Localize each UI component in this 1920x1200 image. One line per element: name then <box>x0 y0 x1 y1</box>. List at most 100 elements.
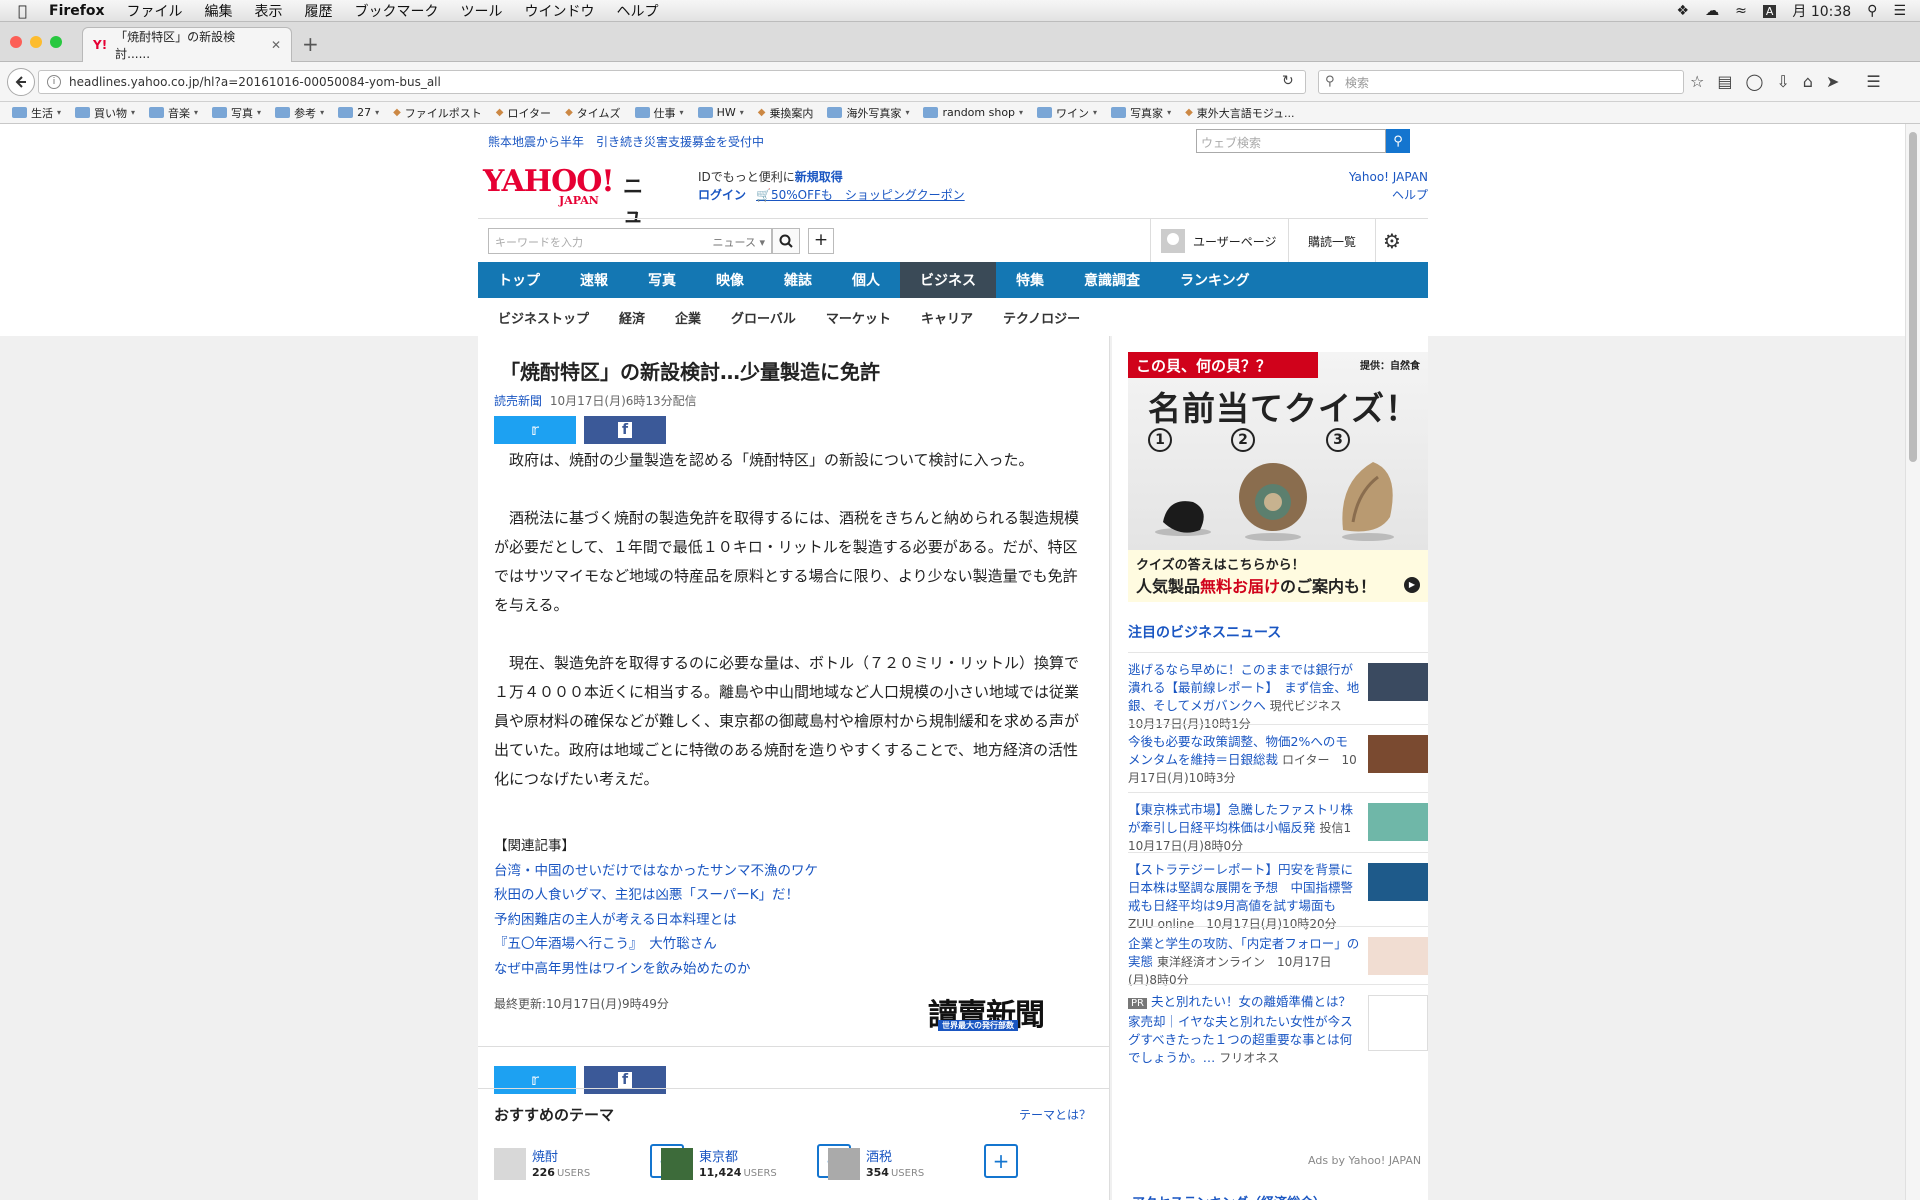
home-icon[interactable]: ⌂ <box>1803 72 1813 91</box>
menu-help[interactable]: ヘルプ <box>617 1 659 21</box>
reload-icon[interactable]: ↻ <box>1282 73 1294 89</box>
gear-icon[interactable]: ⚙ <box>1383 229 1401 253</box>
keyword-search-button[interactable] <box>772 228 800 254</box>
hamburger-menu-icon[interactable]: ☰ <box>1866 72 1880 91</box>
close-window-button[interactable] <box>10 36 22 48</box>
twitter-share-button-bottom[interactable]: 𝕣 <box>494 1066 576 1094</box>
yomiuri-logo[interactable]: 讀賣新聞 世界最大の発行部数 <box>928 990 1098 1033</box>
sidebar-news-item[interactable]: 【ストラテジーレポート】円安を背景に日本株は堅調な展開を予想 中国指標警戒も日経… <box>1128 852 1428 933</box>
sidebar-news-item[interactable]: PR 夫と別れたい！女の離婚準備とは？家売却｜イヤな夫と別れたい女性が今スグすべき… <box>1128 984 1428 1067</box>
theme-name[interactable]: 酒税 <box>866 1146 892 1165</box>
coupon-link[interactable]: 🛒50%OFFも ショッピングクーポン <box>756 188 965 202</box>
help-link[interactable]: ヘルプ <box>1392 188 1428 202</box>
dropbox-icon[interactable]: ❖ <box>1677 3 1690 19</box>
main-nav-item[interactable]: ビジネス <box>900 262 996 298</box>
sub-nav-item[interactable]: マーケット <box>826 308 891 327</box>
subscriptions-link[interactable]: 購読一覧 <box>1288 219 1376 263</box>
main-nav-item[interactable]: ランキング <box>1160 262 1270 298</box>
main-nav-item[interactable]: 意識調査 <box>1064 262 1160 298</box>
bookmark-star-icon[interactable]: ☆ <box>1690 72 1704 91</box>
back-button[interactable] <box>7 68 35 96</box>
new-tab-button[interactable]: + <box>302 32 319 56</box>
notification-center-icon[interactable]: ☰ <box>1893 3 1906 19</box>
browser-search-input[interactable]: ⚲ 検索 <box>1318 70 1684 94</box>
spotlight-icon[interactable]: ⚲ <box>1867 3 1877 19</box>
sub-nav-item[interactable]: 企業 <box>675 308 701 327</box>
menu-bookmarks[interactable]: ブックマーク <box>355 1 439 21</box>
follow-theme-button[interactable]: + <box>984 1144 1018 1178</box>
bookmark-item[interactable]: 写真 ▾ <box>212 105 261 121</box>
sub-nav-item[interactable]: 経済 <box>619 308 645 327</box>
main-nav-item[interactable]: トップ <box>478 262 560 298</box>
bookmark-item[interactable]: 参考 ▾ <box>275 105 324 121</box>
scrollbar-thumb[interactable] <box>1909 132 1917 462</box>
bookmark-item[interactable]: ◆ ファイルポスト <box>393 105 482 121</box>
bookmark-item[interactable]: 写真家 ▾ <box>1111 105 1171 121</box>
facebook-share-button[interactable]: f <box>584 416 666 444</box>
menu-file[interactable]: ファイル <box>127 1 183 21</box>
sidebar-news-item[interactable]: 【東京株式市場】急騰したファストリ株が牽引し日経平均株価は小幅反発 投信1 10… <box>1128 792 1428 855</box>
app-menu[interactable]: Firefox <box>49 3 105 19</box>
sidebar-news-item[interactable]: 今後も必要な政策調整、物価2%へのモメンタムを維持＝日銀総裁 ロイター 10月1… <box>1128 724 1428 787</box>
bookmark-item[interactable]: 音楽 ▾ <box>149 105 198 121</box>
related-link[interactable]: なぜ中高年男性はワインを飲み始めたのか <box>494 957 818 982</box>
related-link[interactable]: 秋田の人食いグマ、主犯は凶悪「スーパーK」だ！ <box>494 883 818 908</box>
main-nav-item[interactable]: 特集 <box>996 262 1064 298</box>
bookmark-item[interactable]: ◆ 乗換案内 <box>758 105 814 121</box>
send-icon[interactable]: ➤ <box>1826 72 1839 91</box>
cloud-icon[interactable]: ☁ <box>1705 3 1719 19</box>
themes-about-link[interactable]: テーマとは？ <box>1019 1106 1091 1123</box>
site-info-icon[interactable]: i <box>47 75 61 89</box>
sub-nav-item[interactable]: キャリア <box>921 308 973 327</box>
pocket-icon[interactable]: ◯ <box>1745 72 1763 91</box>
sub-nav-item[interactable]: テクノロジー <box>1003 308 1080 327</box>
menu-tools[interactable]: ツール <box>461 1 503 21</box>
main-nav-item[interactable]: 速報 <box>560 262 628 298</box>
bookmark-item[interactable]: 買い物 ▾ <box>75 105 135 121</box>
bookmark-item[interactable]: 海外写真家 ▾ <box>827 105 909 121</box>
input-source-icon[interactable]: A <box>1762 4 1777 18</box>
bookmark-item[interactable]: ◆ ロイター <box>496 105 551 121</box>
theme-name[interactable]: 焼酎 <box>532 1146 558 1165</box>
apple-icon[interactable]:  <box>18 2 27 20</box>
reading-list-icon[interactable]: ▤ <box>1717 72 1732 91</box>
web-search-button[interactable]: ⚲ <box>1386 129 1410 153</box>
menu-view[interactable]: 表示 <box>255 1 283 21</box>
ad-banner[interactable]: この貝、何の貝？？ 提供：自然食 名前当てクイズ！ 1 2 3 クイズの答えはこ… <box>1128 352 1428 602</box>
yahoo-japan-link[interactable]: Yahoo! JAPAN <box>1349 170 1428 184</box>
minimize-window-button[interactable] <box>30 36 42 48</box>
related-link[interactable]: 台湾・中国のせいだけではなかったサンマ不漁のワケ <box>494 859 818 884</box>
wifi-icon[interactable]: ≈ <box>1735 3 1747 19</box>
bookmark-item[interactable]: ◆ タイムズ <box>565 105 620 121</box>
page-scrollbar[interactable] <box>1905 124 1920 1200</box>
sub-nav-item[interactable]: ビジネストップ <box>498 308 589 327</box>
user-page-link[interactable]: ユーザーページ <box>1150 219 1288 263</box>
bookmark-item[interactable]: 27 ▾ <box>338 106 379 119</box>
menu-window[interactable]: ウインドウ <box>525 1 595 21</box>
clock[interactable]: 月 10:38 <box>1792 1 1851 21</box>
close-tab-icon[interactable]: ✕ <box>271 38 281 52</box>
bookmark-item[interactable]: 生活 ▾ <box>12 105 61 121</box>
alert-link[interactable]: 熊本地震から半年 引き続き災害支援募金を受付中 <box>488 133 764 150</box>
url-bar[interactable]: i headlines.yahoo.co.jp/hl?a=20161016-00… <box>38 70 1306 94</box>
scope-select[interactable]: ニュース ▾ <box>713 234 765 250</box>
bookmark-item[interactable]: ◆ 東外大言語モジュ... <box>1185 105 1294 121</box>
main-nav-item[interactable]: 映像 <box>696 262 764 298</box>
sub-nav-item[interactable]: グローバル <box>731 308 796 327</box>
menu-edit[interactable]: 編集 <box>205 1 233 21</box>
main-nav-item[interactable]: 写真 <box>628 262 696 298</box>
bookmark-item[interactable]: random shop ▾ <box>923 106 1023 119</box>
sidebar-news-title[interactable]: 【ストラテジーレポート】円安を背景に日本株は堅調な展開を予想 中国指標警戒も日経… <box>1128 862 1353 913</box>
bookmark-item[interactable]: HW ▾ <box>697 106 744 119</box>
web-search-input[interactable]: ウェブ検索 <box>1196 129 1386 153</box>
menu-history[interactable]: 履歴 <box>305 1 333 21</box>
sidebar-news-item[interactable]: 逃げるなら早めに！このままでは銀行が潰れる【最前線レポート】 まず信金、地銀、そ… <box>1128 652 1428 733</box>
signup-link[interactable]: 新規取得 <box>795 170 843 184</box>
bookmark-item[interactable]: ワイン ▾ <box>1037 105 1097 121</box>
keyword-input[interactable]: キーワードを入力 ニュース ▾ <box>488 228 772 254</box>
theme-name[interactable]: 東京都 <box>699 1146 738 1165</box>
related-link[interactable]: 予約困難店の主人が考える日本料理とは <box>494 908 818 933</box>
download-icon[interactable]: ⇩ <box>1776 72 1789 91</box>
tab-active[interactable]: Y! 「焼酎特区」の新設検討...... ✕ <box>82 27 292 62</box>
sidebar-news-item[interactable]: 企業と学生の攻防、「内定者フォロー」の実態 東洋経済オンライン 10月17日(月… <box>1128 926 1428 989</box>
